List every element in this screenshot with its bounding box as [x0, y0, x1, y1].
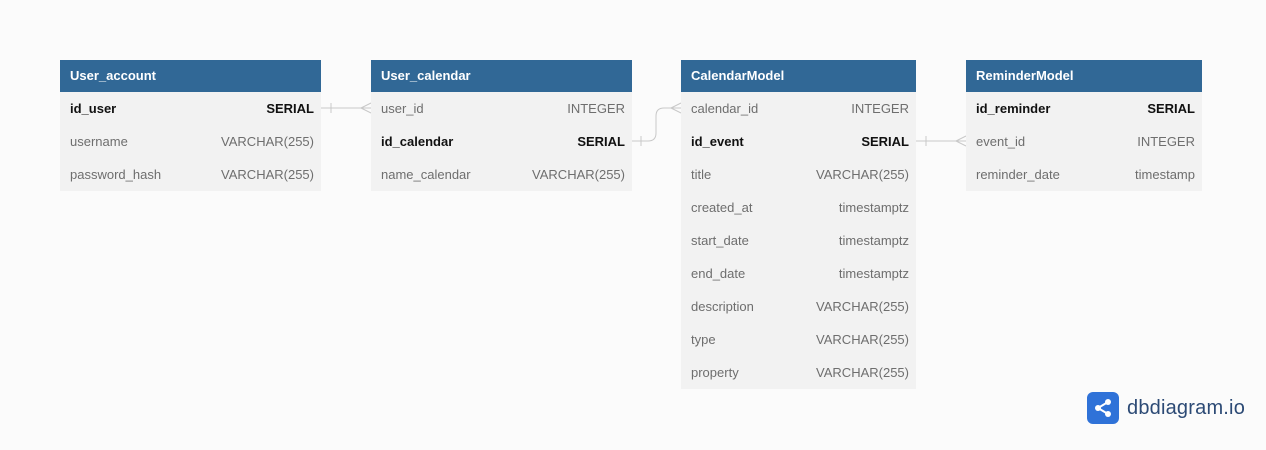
field-name: name_calendar	[381, 167, 471, 182]
table-field-row[interactable]: property VARCHAR(255)	[681, 356, 916, 389]
table-field-row[interactable]: event_id INTEGER	[966, 125, 1202, 158]
field-name: end_date	[691, 266, 746, 281]
field-type: VARCHAR(255)	[221, 167, 314, 182]
table-field-row[interactable]: id_reminder SERIAL	[966, 92, 1202, 125]
field-type: SERIAL	[266, 101, 314, 116]
table-calendar-model[interactable]: CalendarModel calendar_id INTEGER id_eve…	[681, 60, 916, 389]
table-field-row[interactable]: name_calendar VARCHAR(255)	[371, 158, 632, 191]
field-name: id_calendar	[381, 134, 454, 149]
table-field-row[interactable]: id_user SERIAL	[60, 92, 321, 125]
edge-many-marker	[360, 102, 372, 114]
edge-many-marker	[670, 102, 682, 114]
field-name: id_user	[70, 101, 117, 116]
table-header[interactable]: ReminderModel	[966, 60, 1202, 92]
field-name: password_hash	[70, 167, 162, 182]
field-type: timestamptz	[838, 200, 909, 215]
field-name: start_date	[691, 233, 749, 248]
field-name: description	[691, 299, 754, 314]
field-name: username	[70, 134, 128, 149]
field-type: timestamptz	[838, 266, 909, 281]
field-name: user_id	[381, 101, 424, 116]
table-field-row[interactable]: calendar_id INTEGER	[681, 92, 916, 125]
table-field-row[interactable]: password_hash VARCHAR(255)	[60, 158, 321, 191]
edge-user-calendar-calendar-model[interactable]	[632, 107, 681, 142]
field-type: timestamptz	[838, 233, 909, 248]
table-user-account[interactable]: User_account id_user SERIAL username VAR…	[60, 60, 321, 191]
field-type: INTEGER	[851, 101, 909, 116]
field-name: id_event	[691, 134, 744, 149]
brand-text: dbdiagram.io	[1127, 396, 1246, 419]
field-type: VARCHAR(255)	[221, 134, 314, 149]
field-type: VARCHAR(255)	[816, 332, 909, 347]
field-name: created_at	[691, 200, 753, 215]
field-type: SERIAL	[861, 134, 909, 149]
table-user-calendar[interactable]: User_calendar user_id INTEGER id_calenda…	[371, 60, 632, 191]
field-type: INTEGER	[1137, 134, 1195, 149]
field-name: title	[691, 167, 712, 182]
field-name: id_reminder	[976, 101, 1051, 116]
field-type: VARCHAR(255)	[816, 167, 909, 182]
field-name: property	[691, 365, 739, 380]
field-name: calendar_id	[691, 101, 759, 116]
field-type: timestamp	[1135, 167, 1195, 182]
field-name: event_id	[976, 134, 1026, 149]
table-field-row[interactable]: user_id INTEGER	[371, 92, 632, 125]
table-field-row[interactable]: id_event SERIAL	[681, 125, 916, 158]
share-nodes-icon	[1087, 392, 1119, 424]
table-field-row[interactable]: username VARCHAR(255)	[60, 125, 321, 158]
field-type: VARCHAR(255)	[816, 299, 909, 314]
brand-logo[interactable]: dbdiagram.io	[1087, 392, 1245, 424]
table-field-row[interactable]: id_calendar SERIAL	[371, 125, 632, 158]
field-name: reminder_date	[976, 167, 1060, 182]
field-type: SERIAL	[577, 134, 625, 149]
field-type: VARCHAR(255)	[532, 167, 625, 182]
table-field-row[interactable]: type VARCHAR(255)	[681, 323, 916, 356]
table-field-row[interactable]: created_at timestamptz	[681, 191, 916, 224]
table-reminder-model[interactable]: ReminderModel id_reminder SERIAL event_i…	[966, 60, 1202, 191]
table-field-row[interactable]: end_date timestamptz	[681, 257, 916, 290]
table-header[interactable]: User_calendar	[371, 60, 632, 92]
table-field-row[interactable]: start_date timestamptz	[681, 224, 916, 257]
table-field-row[interactable]: description VARCHAR(255)	[681, 290, 916, 323]
field-type: INTEGER	[567, 101, 625, 116]
table-header[interactable]: CalendarModel	[681, 60, 916, 92]
field-type: SERIAL	[1147, 101, 1195, 116]
field-name: type	[691, 332, 716, 347]
table-field-row[interactable]: reminder_date timestamp	[966, 158, 1202, 191]
edge-many-marker	[955, 135, 967, 147]
table-field-row[interactable]: title VARCHAR(255)	[681, 158, 916, 191]
table-header[interactable]: User_account	[60, 60, 321, 92]
field-type: VARCHAR(255)	[816, 365, 909, 380]
